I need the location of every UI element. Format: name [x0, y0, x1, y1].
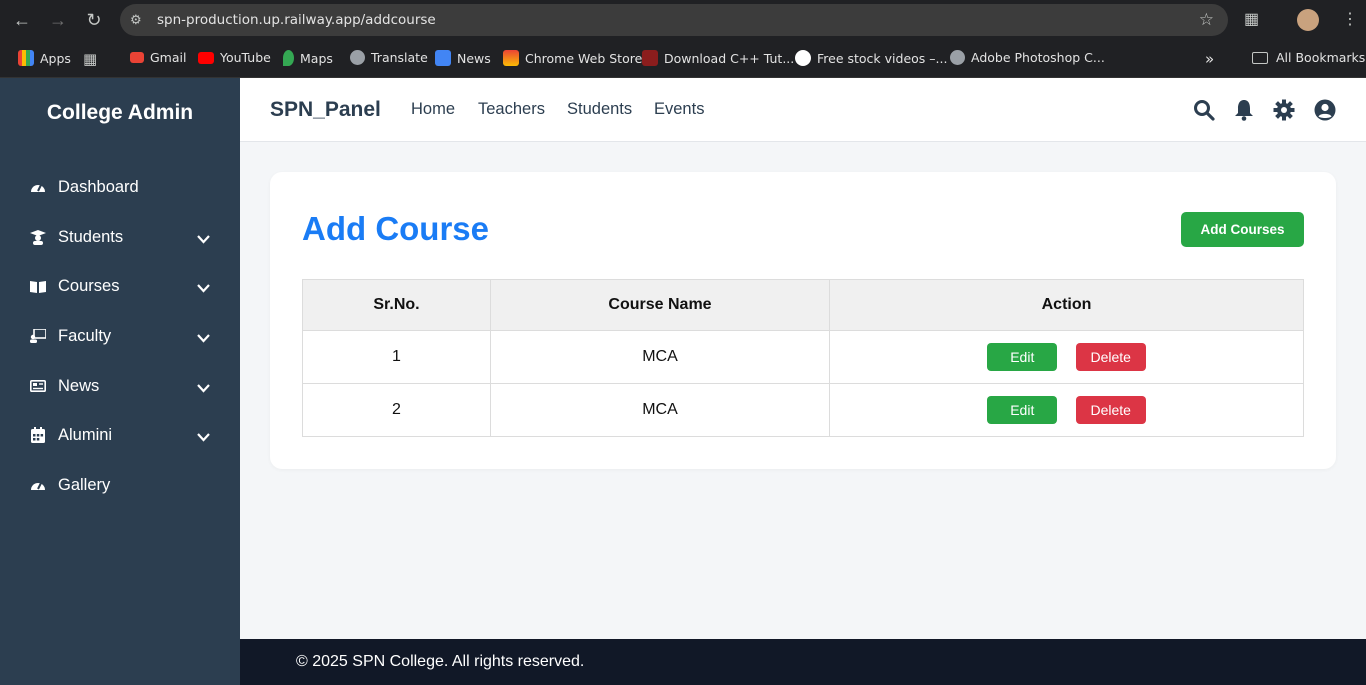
cell-actions: Edit Delete [829, 330, 1304, 384]
sidebar-item-faculty[interactable]: Faculty [30, 321, 220, 351]
cell-course-name: MCA [490, 383, 830, 437]
webstore-icon [503, 50, 519, 66]
footer-text: © 2025 SPN College. All rights reserved. [296, 653, 585, 670]
table-row: 2 MCA Edit Delete [302, 383, 1304, 437]
navbar-logo[interactable]: SPN_Panel [270, 98, 381, 122]
reload-icon[interactable]: ↻ [83, 9, 105, 31]
news-icon [435, 50, 451, 66]
top-navbar: SPN_Panel Home Teachers Students Events [240, 78, 1366, 142]
gauge-icon [30, 179, 46, 195]
column-header-action: Action [829, 279, 1304, 331]
bookmark-news[interactable]: News [435, 50, 491, 66]
cell-srno: 2 [302, 383, 491, 437]
chevron-down-icon[interactable] [197, 230, 210, 249]
book-icon [30, 278, 46, 294]
gmail-icon [130, 52, 144, 63]
extensions-icon[interactable]: ▦ [1244, 9, 1259, 29]
table-header-row: Sr.No. Course Name Action [302, 279, 1304, 331]
search-icon[interactable] [1193, 99, 1215, 121]
chevron-down-icon[interactable] [197, 428, 210, 447]
browser-toolbar: ← → ↻ ⚙ spn-production.up.railway.app/ad… [0, 0, 1366, 40]
sidebar-item-students[interactable]: Students [30, 222, 220, 252]
sidebar-brand: College Admin [46, 101, 194, 124]
bookmarks-bar: Apps ▦ Gmail YouTube Maps Translate News… [0, 40, 1366, 78]
chevron-down-icon[interactable] [197, 279, 210, 298]
nav-link-students[interactable]: Students [567, 100, 632, 119]
edit-button[interactable]: Edit [987, 343, 1058, 371]
sidebar-item-gallery[interactable]: Gallery [30, 470, 220, 500]
teacher-icon [30, 328, 46, 344]
sidebar-item-courses[interactable]: Courses [30, 271, 220, 301]
bookmark-gmail[interactable]: Gmail [130, 50, 186, 65]
cell-course-name: MCA [490, 330, 830, 384]
chevron-down-icon[interactable] [197, 379, 210, 398]
bookmark-stock-videos[interactable]: Free stock videos –... [795, 50, 947, 66]
table-row: 1 MCA Edit Delete [302, 330, 1304, 384]
user-circle-icon[interactable] [1314, 99, 1336, 121]
newspaper-icon [30, 378, 46, 394]
globe-icon [950, 50, 965, 65]
pdf-icon [642, 50, 658, 66]
menu-icon[interactable]: ⋮ [1342, 9, 1358, 29]
bookmark-youtube[interactable]: YouTube [198, 50, 271, 65]
forward-icon[interactable]: → [47, 9, 69, 31]
star-icon[interactable]: ☆ [1199, 10, 1214, 30]
sidebar: College Admin Dashboard Students Courses… [0, 78, 240, 685]
site-info-icon[interactable]: ⚙ [130, 12, 142, 28]
bookmark-photoshop[interactable]: Adobe Photoshop C... [950, 50, 1105, 65]
add-courses-button[interactable]: Add Courses [1181, 212, 1304, 247]
cell-srno: 1 [302, 330, 491, 384]
edit-button[interactable]: Edit [987, 396, 1058, 424]
graduate-icon [30, 229, 46, 245]
profile-avatar[interactable] [1297, 9, 1319, 31]
maps-icon [283, 50, 294, 66]
gauge-icon [30, 477, 46, 493]
nav-link-home[interactable]: Home [411, 100, 455, 119]
sidebar-item-alumini[interactable]: Alumini [30, 420, 220, 450]
bookmark-apps[interactable]: Apps [18, 50, 71, 66]
cell-actions: Edit Delete [829, 383, 1304, 437]
nav-link-teachers[interactable]: Teachers [478, 100, 545, 119]
footer: © 2025 SPN College. All rights reserved. [240, 639, 1366, 685]
course-card: Add Course Add Courses Sr.No. Course Nam… [270, 172, 1336, 469]
nav-link-events[interactable]: Events [654, 100, 704, 119]
bookmark-translate[interactable]: Translate [350, 50, 428, 65]
apps-grid-icon [18, 50, 34, 66]
url-text[interactable]: spn-production.up.railway.app/addcourse [157, 12, 436, 28]
sidebar-item-news[interactable]: News [30, 371, 220, 401]
all-bookmarks[interactable]: All Bookmarks [1252, 50, 1365, 65]
courses-table: Sr.No. Course Name Action 1 MCA Edit Del… [302, 279, 1304, 437]
globe-icon [350, 50, 365, 65]
bell-icon[interactable] [1234, 99, 1256, 121]
calendar-icon [30, 427, 46, 443]
youtube-icon [198, 51, 214, 64]
sidebar-item-dashboard[interactable]: Dashboard [30, 172, 220, 202]
grid-icon[interactable]: ▦ [83, 50, 97, 68]
column-header-srno: Sr.No. [302, 279, 491, 331]
bookmark-webstore[interactable]: Chrome Web Store [503, 50, 642, 66]
page-title: Add Course [302, 210, 490, 247]
bookmarks-overflow[interactable]: » [1205, 50, 1214, 68]
address-bar[interactable]: ⚙ spn-production.up.railway.app/addcours… [120, 4, 1228, 36]
pexels-icon [795, 50, 811, 66]
bookmark-maps[interactable]: Maps [283, 50, 333, 66]
gear-icon[interactable] [1273, 99, 1295, 121]
bookmark-cpp[interactable]: Download C++ Tut... [642, 50, 794, 66]
delete-button[interactable]: Delete [1075, 396, 1146, 424]
folder-icon [1252, 51, 1268, 64]
delete-button[interactable]: Delete [1075, 343, 1146, 371]
chevron-down-icon[interactable] [197, 329, 210, 348]
column-header-course-name: Course Name [490, 279, 830, 331]
back-icon[interactable]: ← [11, 9, 33, 31]
